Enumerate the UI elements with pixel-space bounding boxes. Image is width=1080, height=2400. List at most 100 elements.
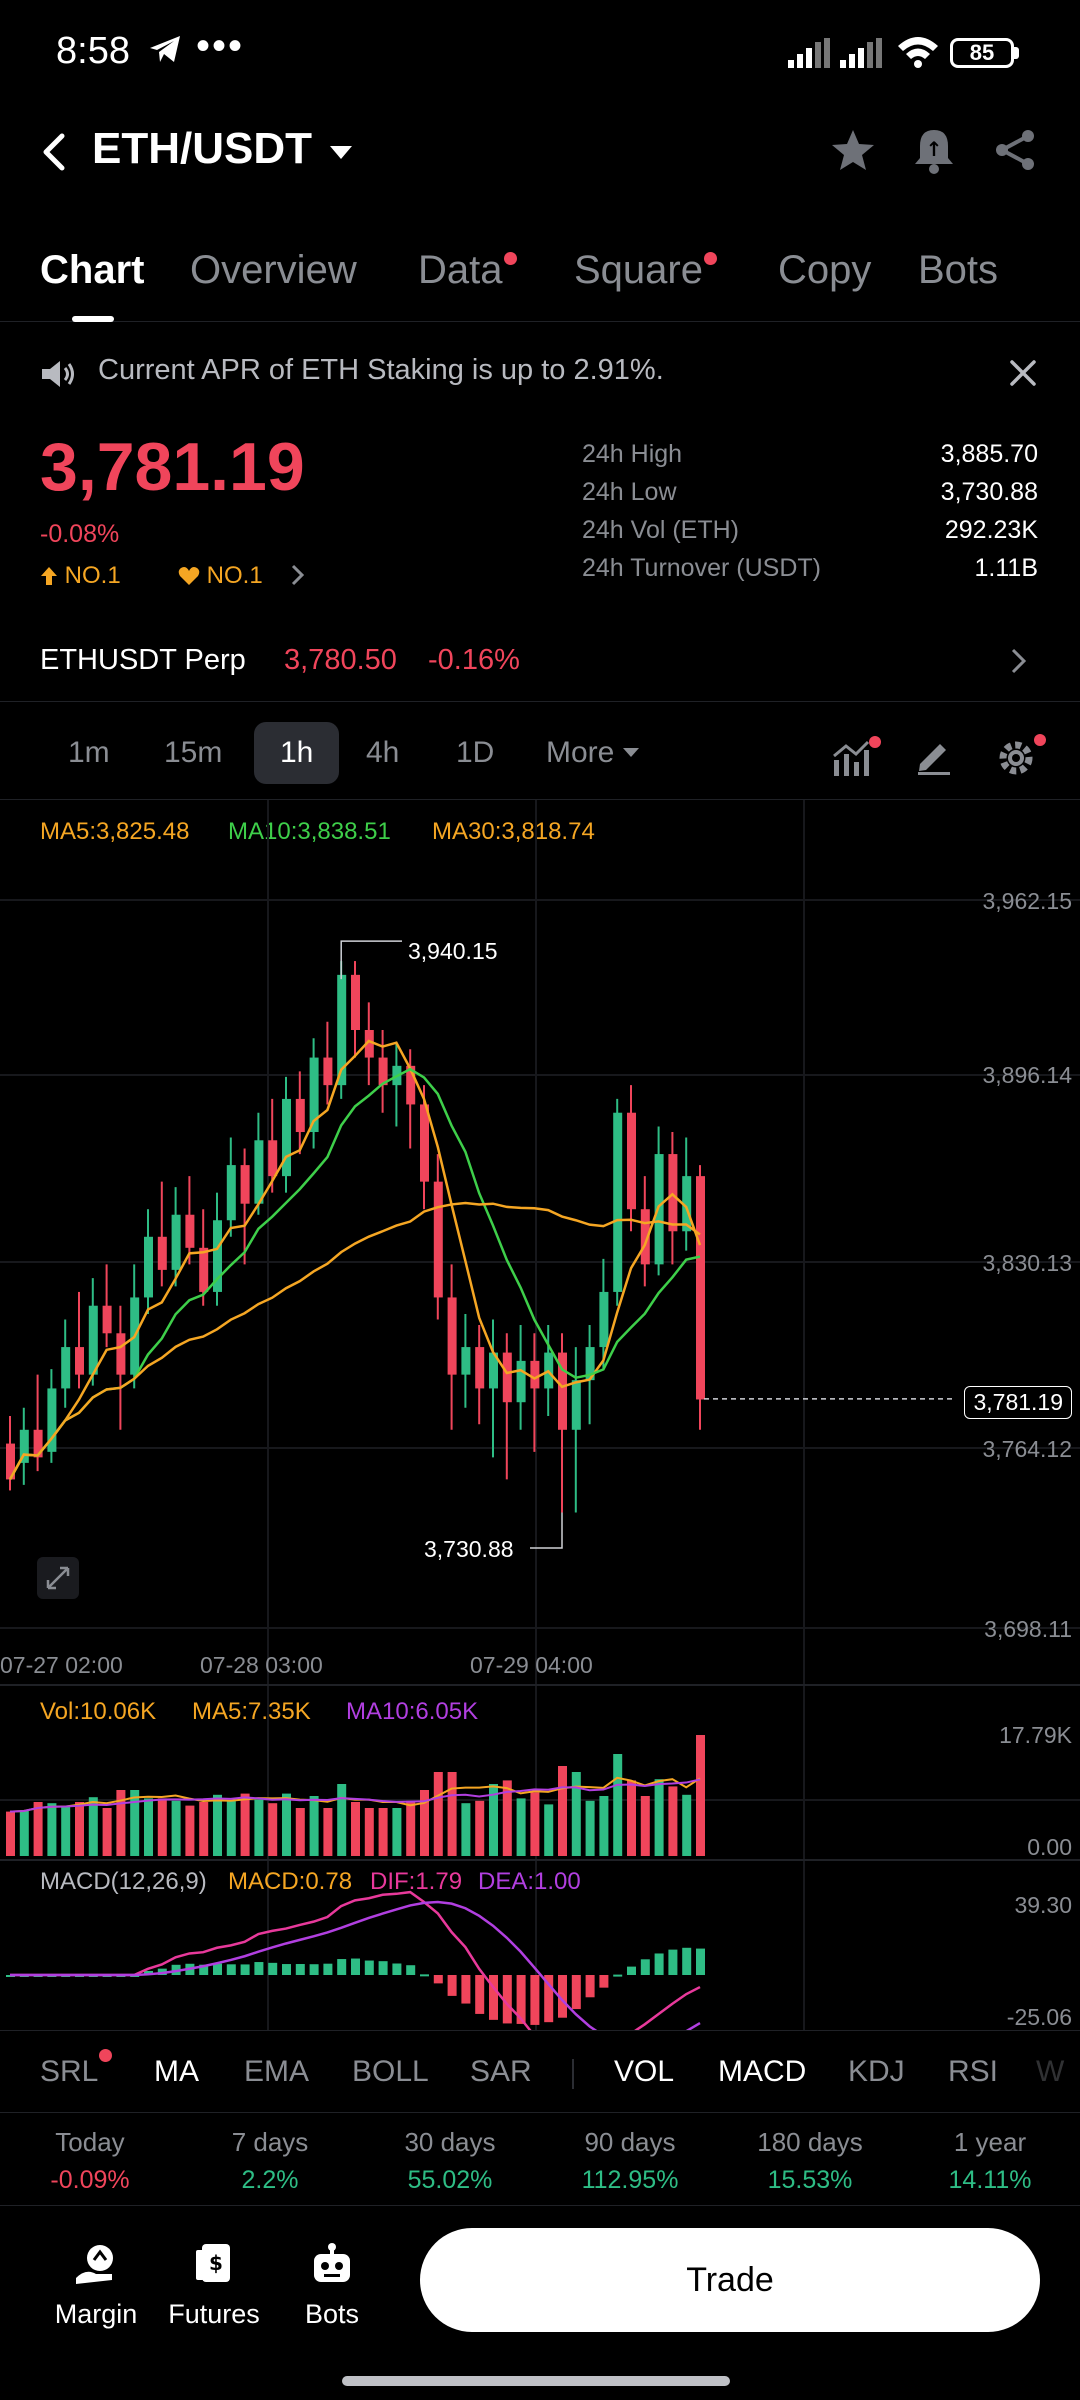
volume-bar	[61, 1805, 71, 1856]
volume-bar	[199, 1802, 209, 1856]
tab-bots[interactable]: Bots	[918, 248, 998, 293]
indicator-label: SRL	[40, 2055, 99, 2088]
volume-bar	[475, 1800, 485, 1856]
settings-gear-icon[interactable]	[996, 734, 1048, 778]
trade-button[interactable]: Trade	[420, 2228, 1040, 2332]
tab-overview[interactable]: Overview	[190, 248, 357, 293]
rank-badge-gainers[interactable]: NO.1	[40, 562, 121, 590]
timeframe-1h[interactable]: 1h	[254, 722, 340, 784]
stat-label: 24h Turnover (USDT)	[582, 554, 821, 582]
candlestick-chart[interactable]	[0, 800, 1080, 2030]
draw-pen-icon[interactable]	[914, 736, 954, 776]
close-icon[interactable]	[1008, 358, 1038, 388]
announcement-bar[interactable]: Current APR of ETH Staking is up to 2.91…	[0, 340, 1080, 410]
rank-badge-popular[interactable]: NO.1	[178, 562, 263, 590]
candle-body	[571, 1380, 581, 1430]
bottom-bar: Margin $ Futures Bots Trade	[0, 2206, 1080, 2400]
volume-bar	[696, 1735, 705, 1856]
ma10-line	[8, 1067, 701, 1481]
indicator-boll[interactable]: BOLL	[352, 2055, 429, 2089]
macd-histogram-bar	[461, 1975, 471, 2004]
macd-title: MACD(12,26,9)	[40, 1868, 207, 1895]
volume-bar	[240, 1793, 250, 1856]
caret-down-icon[interactable]	[330, 146, 352, 160]
caret-down-icon	[622, 748, 639, 757]
share-icon[interactable]	[994, 128, 1038, 172]
fullscreen-expand-icon[interactable]	[36, 1556, 80, 1600]
star-icon[interactable]	[830, 128, 876, 172]
candle-body	[627, 1112, 636, 1210]
volume-bar	[392, 1808, 402, 1856]
volume-bar	[461, 1803, 471, 1856]
nav-futures[interactable]: $ Futures	[164, 2242, 264, 2330]
perp-price: 3,780.50	[284, 644, 397, 676]
candle-body	[199, 1247, 209, 1292]
candle-body	[433, 1181, 443, 1298]
tab-data[interactable]: Data	[418, 248, 517, 293]
speaker-icon	[42, 361, 74, 387]
svg-text:$: $	[209, 2251, 223, 2275]
time-axis-label: 07-27 02:00	[0, 1652, 123, 1678]
timeframe-15m[interactable]: 15m	[164, 736, 222, 770]
timeframe-4h[interactable]: 4h	[366, 736, 399, 770]
perp-row[interactable]: ETHUSDT Perp 3,780.50 -0.16%	[0, 640, 1080, 702]
macd-histogram-bar	[295, 1964, 305, 1975]
back-arrow-icon[interactable]	[40, 132, 68, 172]
tab-label: Copy	[778, 248, 872, 292]
volume-bar	[226, 1800, 236, 1856]
vol-axis-label: 0.00	[1027, 1834, 1072, 1860]
indicator-rsi[interactable]: RSI	[948, 2055, 998, 2089]
candle-body	[696, 1176, 705, 1400]
high-marker-label: 3,940.15	[408, 938, 498, 964]
perf-label: 180 days	[757, 2127, 863, 2157]
tab-copy[interactable]: Copy	[778, 248, 871, 293]
candle-body	[61, 1347, 71, 1389]
candle-body	[613, 1112, 623, 1292]
timeframe-1d[interactable]: 1D	[456, 736, 494, 770]
low-marker-label: 3,730.88	[424, 1536, 514, 1562]
chart-area[interactable]: MA5:3,825.48 MA10:3,838.51 MA30:3,818.74…	[0, 800, 1080, 2030]
indicator-w[interactable]: W	[1036, 2055, 1064, 2089]
indicator-icon[interactable]	[832, 736, 882, 780]
stat-value: 3,730.88	[940, 478, 1038, 506]
rank-text: NO.1	[206, 562, 263, 589]
indicator-ma[interactable]: MA	[154, 2055, 199, 2089]
candle-body	[102, 1305, 112, 1334]
perf-value: -0.09%	[50, 2166, 130, 2194]
chevron-right-icon[interactable]	[290, 562, 306, 588]
futures-icon: $	[196, 2244, 230, 2282]
indicator-ema[interactable]: EMA	[244, 2055, 309, 2089]
candle-body	[502, 1352, 512, 1403]
indicator-srl[interactable]: SRL	[40, 2049, 113, 2089]
indicator-vol[interactable]: VOL	[614, 2055, 674, 2089]
nav-bots[interactable]: Bots	[282, 2242, 382, 2330]
perf-value: 2.2%	[241, 2166, 299, 2194]
svg-text:↑: ↑	[926, 137, 943, 161]
macd-histogram-bar	[668, 1949, 678, 1975]
price-axis-label: 3,896.14	[982, 1062, 1072, 1088]
macd-histogram-bar	[640, 1959, 650, 1975]
volume-bar	[571, 1772, 581, 1856]
macd-histogram-bar	[226, 1964, 236, 1975]
perf-label: 30 days	[404, 2127, 496, 2157]
divider	[572, 2059, 574, 2089]
status-more-icon: •••	[196, 24, 245, 68]
time-axis-label: 07-29 04:00	[470, 1652, 593, 1678]
indicator-macd[interactable]: MACD	[718, 2055, 806, 2089]
volume-bar	[144, 1798, 153, 1856]
macd-histogram-bar	[599, 1975, 609, 1988]
main-tabs: Chart Overview Data Square Copy Bots	[0, 240, 1080, 322]
tab-square[interactable]: Square	[574, 248, 717, 293]
indicator-kdj[interactable]: KDJ	[848, 2055, 905, 2089]
timeframe-more[interactable]: More	[546, 736, 639, 770]
indicator-sar[interactable]: SAR	[470, 2055, 532, 2089]
tab-chart[interactable]: Chart	[40, 248, 144, 293]
timeframe-1m[interactable]: 1m	[68, 736, 110, 770]
volume-bar	[130, 1790, 140, 1856]
volume-bar	[323, 1808, 333, 1856]
pair-title[interactable]: ETH/USDT	[92, 124, 312, 174]
alert-bell-icon[interactable]: ↑	[912, 126, 956, 174]
macd-histogram-bar	[364, 1960, 374, 1975]
nav-margin[interactable]: Margin	[46, 2242, 146, 2330]
macd-histogram-bar	[654, 1953, 664, 1975]
